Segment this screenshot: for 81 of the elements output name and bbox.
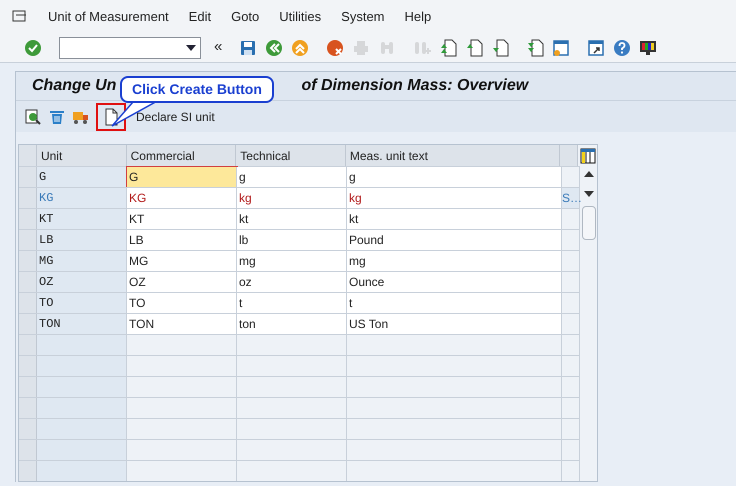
table-cell[interactable]: mg <box>347 251 562 271</box>
row-selector[interactable] <box>19 230 37 250</box>
row-selector[interactable] <box>19 356 37 376</box>
row-selector[interactable] <box>19 419 37 439</box>
cancel-icon[interactable] <box>326 38 344 56</box>
table-cell[interactable]: KG <box>127 188 237 208</box>
table-cell[interactable]: g <box>237 167 347 187</box>
details-icon[interactable] <box>24 108 42 126</box>
table-cell[interactable]: KT <box>127 209 237 229</box>
table-cell[interactable]: kt <box>237 209 347 229</box>
table-cell[interactable]: TO <box>37 293 127 313</box>
table-cell[interactable]: TON <box>127 314 237 334</box>
row-selector[interactable] <box>19 188 37 208</box>
table-cell[interactable]: MG <box>37 251 127 271</box>
table-cell[interactable]: OZ <box>37 272 127 292</box>
table-cell[interactable]: Pound <box>347 230 562 250</box>
table-cell[interactable]: kt <box>347 209 562 229</box>
row-selector[interactable] <box>19 272 37 292</box>
row-selector[interactable] <box>19 251 37 271</box>
page-title: of Dimension Mass: Overview <box>301 76 528 96</box>
table-cell[interactable]: kg <box>347 188 562 208</box>
column-header[interactable]: Meas. unit text <box>346 145 560 166</box>
page-up-icon[interactable] <box>465 38 484 56</box>
menu-item[interactable]: System <box>341 6 385 26</box>
table-cell[interactable]: KG <box>37 188 127 208</box>
table-cell[interactable]: t <box>347 293 562 313</box>
table-cell[interactable]: G <box>37 167 127 187</box>
table-cell[interactable]: g <box>347 167 562 187</box>
table-cell[interactable]: TON <box>37 314 127 334</box>
table-cell[interactable]: oz <box>237 272 347 292</box>
table-cell[interactable]: OZ <box>127 272 237 292</box>
table-cell[interactable]: ton <box>237 314 347 334</box>
save-icon[interactable] <box>239 38 258 56</box>
declare-si-unit-button[interactable]: Declare SI unit <box>136 108 215 126</box>
table-cell[interactable]: US Ton <box>347 314 562 334</box>
new-window-icon[interactable] <box>552 38 570 56</box>
enter-icon[interactable] <box>24 38 42 56</box>
table-cell[interactable]: TO <box>127 293 237 313</box>
row-selector[interactable] <box>19 440 37 460</box>
page-up-icon[interactable] <box>439 38 458 56</box>
table-cell[interactable]: lb <box>237 230 347 250</box>
row-selector[interactable] <box>19 461 37 481</box>
column-header[interactable]: Unit <box>36 145 127 166</box>
menu-icon[interactable] <box>12 10 28 24</box>
row-selector[interactable] <box>19 377 37 397</box>
row-selector[interactable] <box>19 398 37 418</box>
shortcut-icon[interactable] <box>587 38 606 56</box>
scroll-thumb[interactable] <box>582 206 596 240</box>
row-selector[interactable] <box>19 293 37 313</box>
table-cell[interactable]: mg <box>237 251 347 271</box>
page-down-icon[interactable] <box>526 38 544 56</box>
scroll-down-icon[interactable] <box>582 190 594 198</box>
row-selector[interactable] <box>19 167 37 187</box>
scroll-up-icon[interactable] <box>582 170 594 178</box>
menu-item[interactable]: Goto <box>231 6 260 26</box>
table-cell[interactable]: LB <box>127 230 237 250</box>
menu-item[interactable]: Edit <box>188 6 212 26</box>
page-down-icon[interactable] <box>491 38 510 56</box>
help-icon[interactable] <box>613 38 632 56</box>
menu-item[interactable]: Unit of Measurement <box>48 6 169 26</box>
dropdown-caret-icon[interactable] <box>186 44 196 50</box>
table-cell[interactable]: S… <box>562 188 580 208</box>
menu-item[interactable]: Help <box>404 6 432 26</box>
table-cell[interactable]: G <box>127 167 237 187</box>
table-cell[interactable]: KT <box>37 209 127 229</box>
row-selector[interactable] <box>19 314 37 334</box>
monitor-icon[interactable] <box>639 38 658 56</box>
table-cell[interactable]: MG <box>127 251 237 271</box>
table-cell[interactable]: t <box>237 293 347 313</box>
row-selector[interactable] <box>19 209 37 229</box>
menu-item[interactable]: Utilities <box>279 6 322 26</box>
exit-icon[interactable] <box>291 38 310 56</box>
column-settings-icon[interactable] <box>580 148 596 164</box>
table-cell[interactable]: LB <box>37 230 127 250</box>
table-cell[interactable]: kg <box>237 188 347 208</box>
table-cell[interactable]: Ounce <box>347 272 562 292</box>
collapse-toggle[interactable]: « <box>214 36 222 59</box>
page-title: Change Un <box>32 76 116 96</box>
row-selector[interactable] <box>19 335 37 355</box>
back-icon[interactable] <box>265 38 284 56</box>
command-field[interactable] <box>59 36 201 58</box>
